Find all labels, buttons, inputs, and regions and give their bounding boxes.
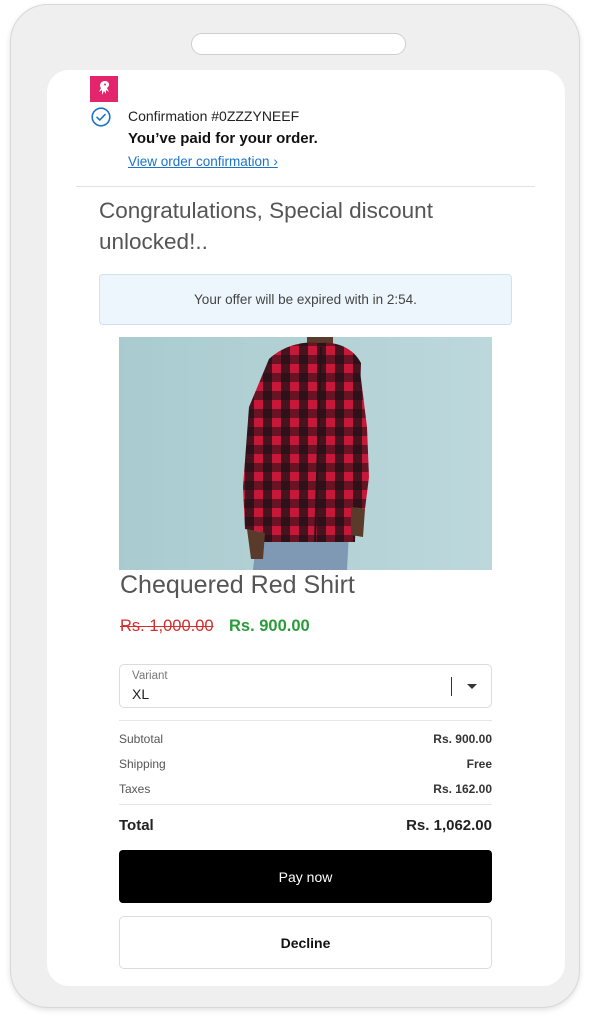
- product-title: Chequered Red Shirt: [120, 571, 355, 599]
- checkout-screen: Confirmation #0ZZZYNEEF You’ve paid for …: [47, 70, 565, 986]
- total-label: Total: [119, 817, 154, 834]
- discount-price: Rs. 900.00: [229, 617, 310, 635]
- variant-label: Variant: [132, 670, 168, 682]
- phone-frame: Confirmation #0ZZZYNEEF You’ve paid for …: [10, 4, 580, 1008]
- product-image: [119, 337, 492, 570]
- select-separator: [451, 677, 452, 696]
- header-divider: [76, 186, 535, 187]
- offer-headline: Congratulations, Special discount unlock…: [99, 198, 433, 254]
- confirmation-number: Confirmation #0ZZZYNEEF: [128, 108, 300, 124]
- offer-timer-banner: Your offer will be expired with in 2:54.: [99, 274, 512, 325]
- summary-divider-bottom: [119, 804, 492, 805]
- offer-timer-text: Your offer will be expired with in 2:54.: [194, 292, 417, 307]
- subtotal-label: Subtotal: [119, 732, 164, 746]
- payment-status-text: You’ve paid for your order.: [128, 130, 318, 147]
- variant-select[interactable]: Variant XL: [119, 664, 492, 708]
- subtotal-value: Rs. 900.00: [433, 732, 492, 746]
- taxes-label: Taxes: [119, 782, 151, 796]
- decline-button[interactable]: Decline: [119, 916, 492, 969]
- variant-selected-value: XL: [132, 686, 150, 702]
- taxes-value: Rs. 162.00: [433, 782, 492, 796]
- original-price: Rs. 1,000.00: [120, 617, 214, 635]
- summary-divider-top: [119, 720, 492, 721]
- chevron-down-icon: [467, 684, 477, 689]
- octopus-icon: [90, 76, 118, 102]
- pay-now-button[interactable]: Pay now: [119, 850, 492, 903]
- phone-speaker: [191, 33, 406, 55]
- check-circle-icon: [91, 107, 111, 127]
- view-order-confirmation-link[interactable]: View order confirmation ›: [128, 154, 278, 169]
- shipping-value: Free: [466, 757, 492, 771]
- shipping-label: Shipping: [119, 757, 166, 771]
- total-value: Rs. 1,062.00: [406, 817, 492, 834]
